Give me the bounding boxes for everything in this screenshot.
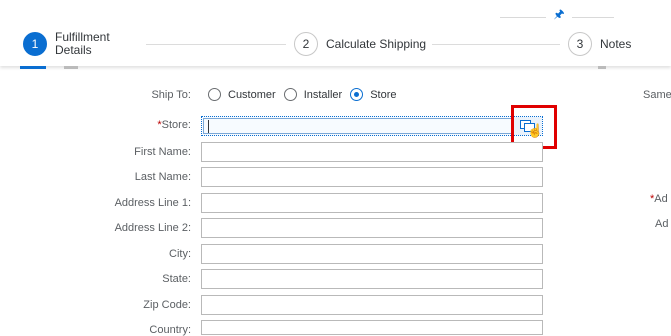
store-label: *Store: xyxy=(41,119,191,131)
ship-to-customer[interactable]: Customer xyxy=(208,88,276,101)
wizard-header: 🖈 1 Fulfillment Details 2 Calculate Ship… xyxy=(0,0,671,66)
step-connector xyxy=(432,44,560,45)
address-line-2-label: Address Line 2: xyxy=(114,222,191,234)
text-caret xyxy=(208,120,209,133)
country-input[interactable] xyxy=(201,320,543,335)
city-input[interactable] xyxy=(201,244,543,264)
section-tab-edge xyxy=(598,66,606,69)
radio-store[interactable] xyxy=(350,88,364,101)
ship-to-label: Ship To: xyxy=(151,89,191,101)
first-name-input[interactable] xyxy=(201,142,543,162)
zip-code-label: Zip Code: xyxy=(143,299,191,311)
store-input[interactable]: ☝ xyxy=(201,116,543,138)
step-3-label[interactable]: Notes xyxy=(600,38,631,51)
step-1-label-line2: Details xyxy=(55,43,92,57)
radio-customer-label: Customer xyxy=(228,88,276,101)
ship-to-installer[interactable]: Installer xyxy=(283,88,343,101)
radio-installer-label: Installer xyxy=(303,88,343,101)
store-label-text: Store: xyxy=(161,119,191,131)
ship-to-store[interactable]: Store xyxy=(350,88,397,101)
right-address-label-2: Ad xyxy=(655,218,669,230)
right-address-label-1-text: Ad xyxy=(654,193,668,205)
step-3-number[interactable]: 3 xyxy=(568,32,592,56)
step-1-label[interactable]: Fulfillment Details xyxy=(55,31,110,57)
pin-icon[interactable]: 🖈 xyxy=(548,5,570,21)
same-as-label: Same xyxy=(643,89,671,101)
step-1-number[interactable]: 1 xyxy=(23,32,47,56)
address-line-1-label: Address Line 1: xyxy=(114,197,191,209)
radio-customer[interactable] xyxy=(208,88,221,101)
radio-store-label: Store xyxy=(370,88,397,101)
city-label: City: xyxy=(169,248,191,260)
state-label: State: xyxy=(162,273,191,285)
first-name-label: First Name: xyxy=(134,146,191,158)
active-step-indicator xyxy=(20,66,46,69)
ship-to-radio-group: Customer Installer Store xyxy=(208,88,405,101)
address-line-2-input[interactable] xyxy=(201,218,543,238)
zip-code-input[interactable] xyxy=(201,295,543,315)
step-2-number[interactable]: 2 xyxy=(294,32,318,56)
last-name-input[interactable] xyxy=(201,167,543,187)
step-connector xyxy=(146,44,286,45)
step-2-label[interactable]: Calculate Shipping xyxy=(326,38,426,51)
country-label: Country: xyxy=(149,324,191,336)
section-tab-edge xyxy=(64,66,78,69)
address-line-1-input[interactable] xyxy=(201,193,543,213)
pin-divider-left xyxy=(500,17,546,18)
right-address-label-1: *Ad xyxy=(650,193,668,205)
state-input[interactable] xyxy=(201,269,543,289)
pin-divider-right xyxy=(572,17,614,18)
last-name-label: Last Name: xyxy=(134,171,191,183)
radio-installer[interactable] xyxy=(283,88,297,101)
